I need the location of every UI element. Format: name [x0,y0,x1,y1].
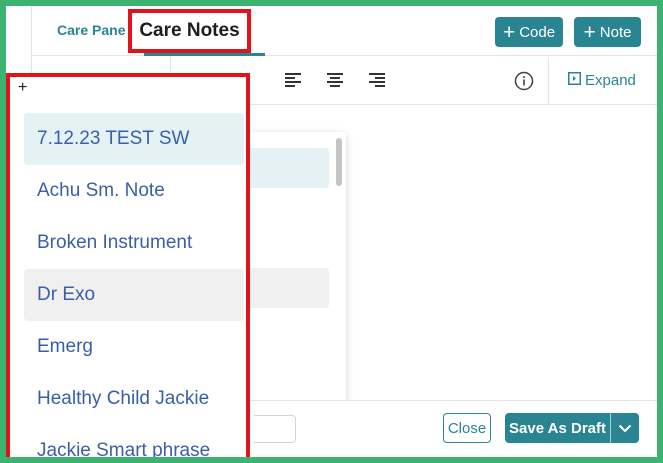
list-item[interactable]: Emerg [24,321,244,373]
care-notes-window: Care Pane + Code + Note Care Notes Expan… [6,6,657,457]
align-left-icon[interactable] [284,72,302,93]
list-item[interactable]: Healthy Child Jackie [24,373,244,425]
list-item[interactable]: 7.12.23 TEST SW [24,113,244,165]
plus-icon: + [502,20,516,44]
add-note-label: Note [599,23,632,41]
info-icon[interactable] [514,71,534,96]
add-code-button[interactable]: + Code [495,17,563,47]
plus-icon: + [583,20,596,44]
tab-care-notes[interactable]: Care Notes [128,9,251,53]
template-dropdown-list: + 7.12.23 TEST SW Achu Sm. Note Broken I… [6,73,250,457]
save-as-draft-button[interactable]: Save As Draft [505,413,639,443]
add-code-label: Code [519,23,556,41]
list-item[interactable]: Jackie Smart phrase [24,425,244,457]
tab-care-panel[interactable]: Care Pane [57,22,125,38]
expand-button[interactable]: Expand [568,72,636,89]
list-item[interactable]: Achu Sm. Note [24,165,244,217]
add-note-button[interactable]: + Note [574,17,641,47]
align-right-icon[interactable] [368,72,386,93]
list-item[interactable]: Dr Exo [24,269,244,321]
close-button[interactable]: Close [443,413,491,443]
expand-icon [568,72,581,89]
plus-icon[interactable]: + [18,80,27,96]
template-items: 7.12.23 TEST SW Achu Sm. Note Broken Ins… [24,113,244,457]
toolbar-divider [548,57,549,105]
footer-input-field[interactable] [254,415,296,443]
chevron-down-icon[interactable] [611,424,639,433]
header-bar: Care Pane + Code + Note [32,6,657,56]
align-center-icon[interactable] [326,72,344,93]
expand-label: Expand [585,72,636,89]
scrollbar-thumb[interactable] [336,138,342,186]
save-as-draft-label: Save As Draft [509,419,606,437]
list-item[interactable]: Broken Instrument [24,217,244,269]
